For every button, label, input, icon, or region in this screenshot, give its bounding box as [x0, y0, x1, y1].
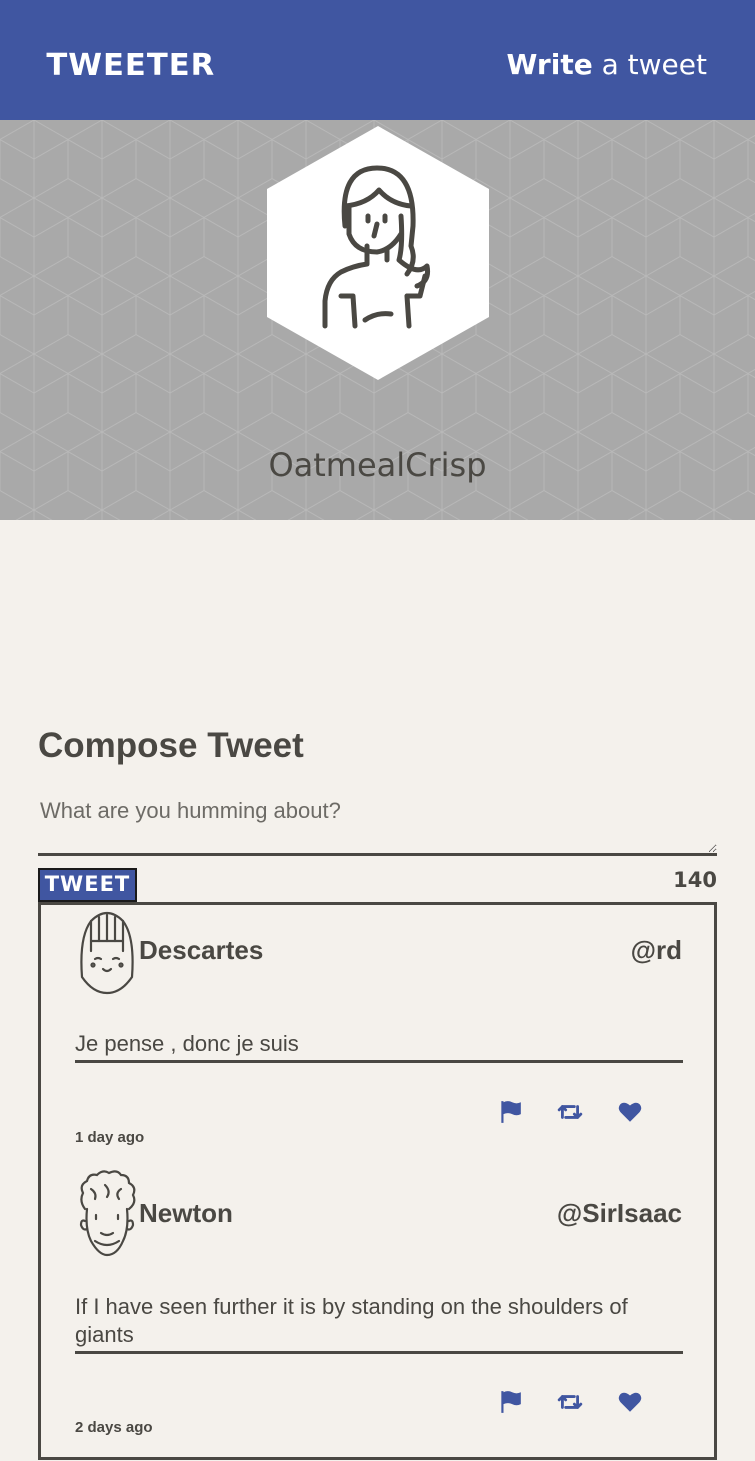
- tweet-card: Descartes @rd Je pense , donc je suis 1 …: [41, 905, 714, 1155]
- flag-icon[interactable]: [497, 1099, 523, 1125]
- profile-banner: OatmealCrisp: [0, 120, 755, 520]
- tweet-card: Newton @SirIsaac If I have seen further …: [41, 1167, 714, 1457]
- compose-title: Compose Tweet: [38, 726, 304, 765]
- tweet-author-handle[interactable]: @rd: [631, 935, 682, 966]
- retweet-icon[interactable]: [557, 1389, 583, 1415]
- tweet-date: 1 day ago: [75, 1129, 145, 1146]
- write-rest-text: a tweet: [592, 48, 707, 81]
- top-nav: TWEETER Write a tweet: [0, 0, 755, 120]
- char-counter: 140: [673, 868, 717, 892]
- girl-avatar-icon: [80, 911, 134, 995]
- write-bold-text: Write: [506, 48, 593, 81]
- tweet-feed: Descartes @rd Je pense , donc je suis 1 …: [38, 902, 717, 1460]
- tweet-author-name[interactable]: Newton: [139, 1198, 233, 1229]
- tweet-text: Je pense , donc je suis: [75, 1030, 683, 1063]
- profile-username: OatmealCrisp: [268, 446, 487, 484]
- tweet-author-name[interactable]: Descartes: [139, 935, 263, 966]
- write-tweet-link[interactable]: Write a tweet: [507, 48, 707, 81]
- tweet-date: 2 days ago: [75, 1419, 153, 1436]
- retweet-icon[interactable]: [557, 1099, 583, 1125]
- curly-hair-avatar-icon: [79, 1170, 136, 1257]
- tweet-actions: [497, 1099, 643, 1125]
- profile-avatar: [267, 126, 489, 380]
- tweet-author-handle[interactable]: @SirIsaac: [557, 1198, 682, 1229]
- tweet-button[interactable]: TWEET: [38, 868, 137, 902]
- app-logo[interactable]: TWEETER: [46, 48, 215, 83]
- heart-icon[interactable]: [617, 1099, 643, 1125]
- flag-icon[interactable]: [497, 1389, 523, 1415]
- tweet-text: If I have seen further it is by standing…: [75, 1293, 683, 1354]
- heart-icon[interactable]: [617, 1389, 643, 1415]
- compose-input[interactable]: [38, 792, 717, 856]
- tweet-actions: [497, 1389, 643, 1415]
